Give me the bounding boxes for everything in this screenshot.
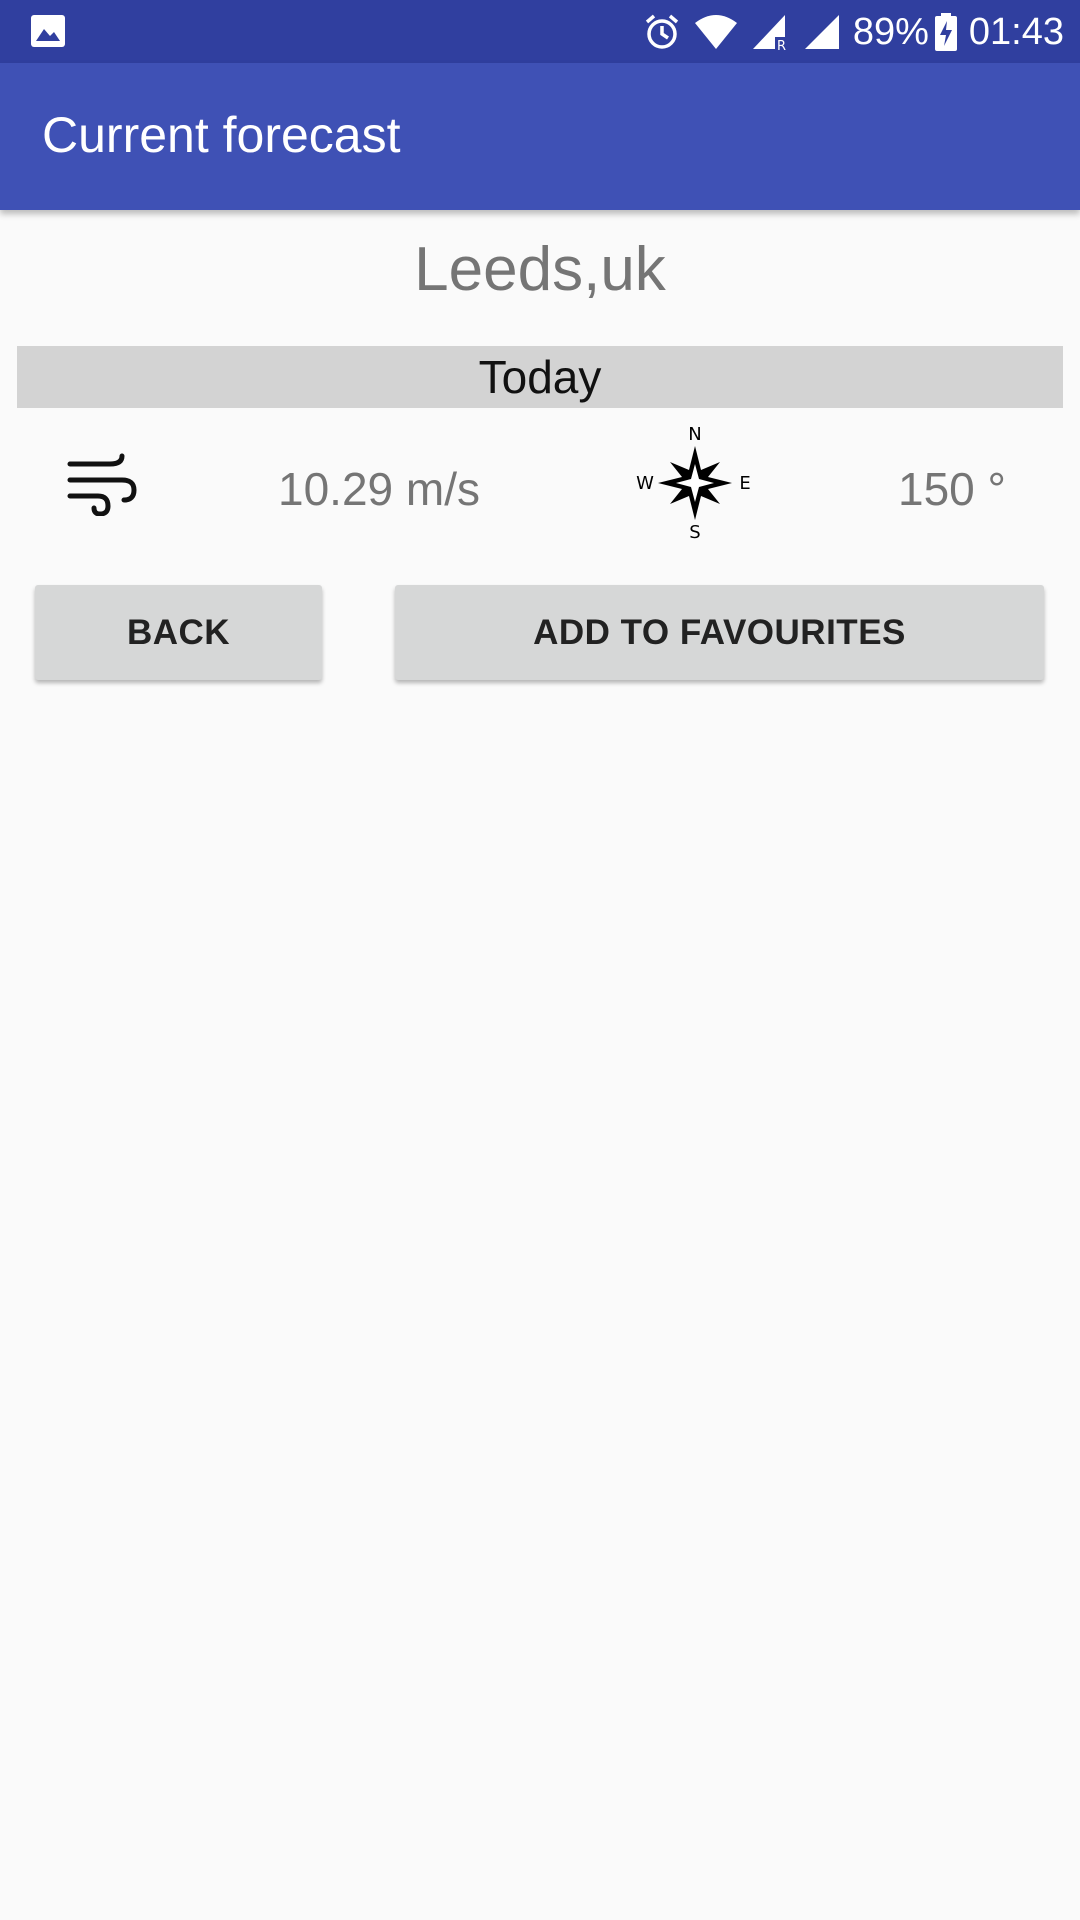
wind-icon <box>67 453 137 516</box>
wifi-icon <box>694 15 737 49</box>
clock: 01:43 <box>968 10 1064 53</box>
svg-text:R: R <box>777 39 786 51</box>
battery-charging-icon <box>934 13 957 51</box>
compass-e-label: E <box>739 473 750 494</box>
add-to-favourites-button[interactable]: ADD TO FAVOURITES <box>395 585 1044 680</box>
wind-direction: 150 ° <box>898 463 1006 515</box>
compass-icon: N S W E <box>636 424 751 542</box>
wind-speed: 10.29 m/s <box>278 463 480 515</box>
app-bar: Current forecast <box>0 63 1080 210</box>
battery-percent: 89% <box>852 10 929 53</box>
wind-row: 10.29 m/s N S W E 150 ° <box>0 420 1080 545</box>
alarm-icon <box>645 14 678 49</box>
city-name: Leeds,uk <box>414 235 666 304</box>
signal-icon <box>804 15 839 49</box>
day-header: Today <box>17 346 1063 408</box>
compass-n-label: N <box>688 424 701 445</box>
signal-r-icon: R <box>752 15 789 51</box>
back-button[interactable]: BACK <box>35 585 322 680</box>
status-icons: R 89% 01:43 <box>631 8 1064 56</box>
app-title: Current forecast <box>42 107 401 163</box>
status-bar: R 89% 01:43 <box>0 0 1080 63</box>
day-label: Today <box>478 351 602 403</box>
compass-s-label: S <box>689 522 700 542</box>
compass-w-label: W <box>636 473 654 494</box>
image-icon <box>31 15 65 47</box>
